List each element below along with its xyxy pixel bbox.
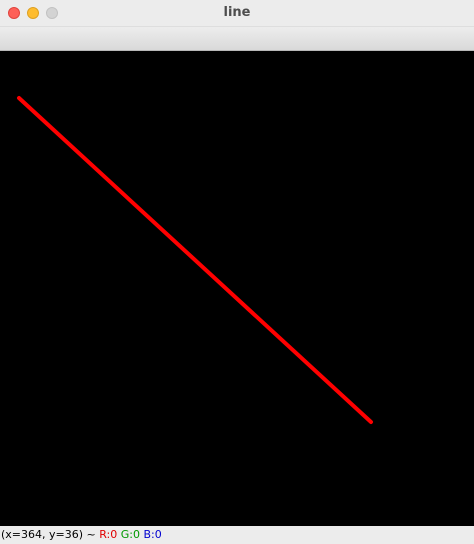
red-line <box>17 96 373 424</box>
blue-value: B:0 <box>143 528 162 541</box>
red-value: R:0 <box>99 528 118 541</box>
status-bar: (x=364, y=36) ~ R:0 G:0 B:0 <box>0 526 474 544</box>
canvas-drawing <box>17 96 373 424</box>
app-window: line (x=364, y=36) ~ R:0 G:0 B:0 <box>0 0 474 544</box>
title-bar[interactable]: line <box>0 0 474 26</box>
toolbar <box>0 26 474 51</box>
cursor-coordinates: (x=364, y=36) ~ <box>1 528 96 541</box>
window-title: line <box>223 5 251 20</box>
image-canvas[interactable] <box>0 51 474 526</box>
green-value: G:0 <box>120 528 140 541</box>
